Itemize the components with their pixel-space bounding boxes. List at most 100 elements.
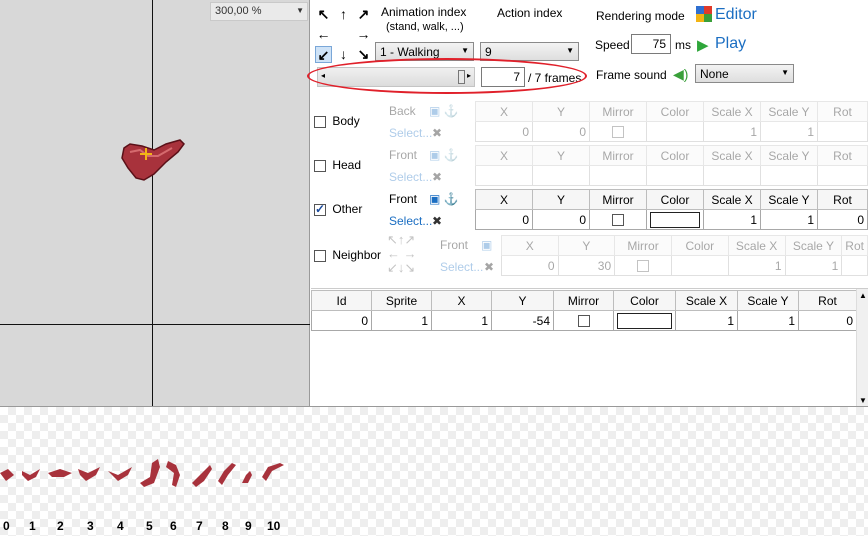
col-color: Color [613, 290, 676, 311]
other-select-link[interactable]: Select... [389, 214, 432, 228]
row-sprite[interactable]: 1 [371, 310, 432, 331]
col-scale-x: Scale X [703, 101, 761, 122]
col-color: Color [670, 235, 729, 256]
frame-number: 2 [57, 519, 64, 533]
row-y[interactable]: -54 [491, 310, 554, 331]
table-row[interactable]: 0 1 1 -54 1 1 0 [311, 310, 857, 331]
col-scale-x: Scale X [675, 290, 738, 311]
play-link[interactable]: Play [715, 35, 746, 53]
other-checkbox-group[interactable]: Other [314, 202, 362, 216]
col-y: Y [532, 189, 590, 210]
speaker-icon[interactable]: ◀) [673, 66, 688, 83]
head-checkbox[interactable] [314, 159, 326, 172]
col-rot: Rot [817, 189, 868, 210]
neighbor-checkbox-group[interactable]: Neighbor [314, 248, 381, 262]
head-scale-x [703, 165, 761, 186]
neighbor-transform-table: X Y Mirror Color Scale X Scale Y Rot 0 3… [501, 235, 868, 276]
row-mirror[interactable] [553, 310, 614, 331]
frame-number: 0 [3, 519, 10, 533]
grid-scrollbar[interactable]: ▲ ▼ [856, 289, 868, 407]
highlight-ellipse [307, 58, 587, 94]
other-scale-x[interactable]: 1 [703, 209, 761, 230]
editor-link[interactable]: Editor [715, 6, 757, 24]
zoom-value: 300,00 % [215, 5, 262, 17]
arrow-down-left-icon[interactable]: ↙ [315, 46, 332, 63]
other-mirror[interactable] [589, 209, 647, 230]
col-color: Color [646, 189, 704, 210]
other-x[interactable]: 0 [475, 209, 533, 230]
arrow-left-icon[interactable]: ← [315, 26, 332, 43]
neighbor-y: 30 [557, 255, 616, 276]
other-checkbox[interactable] [314, 202, 326, 216]
col-mirror: Mirror [589, 145, 647, 166]
head-rot [817, 165, 868, 186]
direction-pad: ↖ ↑ ↗ ← → ↙ ↓ ↘ [315, 6, 375, 66]
row-rot[interactable]: 0 [798, 310, 857, 331]
other-clear-icon[interactable]: ✖ [432, 214, 442, 228]
row-x[interactable]: 1 [431, 310, 492, 331]
frame-number: 7 [196, 519, 203, 533]
arrow-up-icon[interactable]: ↑ [335, 6, 352, 23]
chevron-down-icon: ▼ [566, 46, 574, 55]
other-rot[interactable]: 0 [817, 209, 868, 230]
col-x: X [475, 101, 533, 122]
col-scale-y: Scale Y [737, 290, 799, 311]
col-rot: Rot [817, 101, 868, 122]
col-scale-y: Scale Y [760, 189, 818, 210]
head-select-link[interactable]: Select... [389, 170, 432, 184]
sprite-table: Id Sprite X Y Mirror Color Scale X Scale… [311, 290, 857, 331]
other-color[interactable] [646, 209, 704, 230]
head-x [475, 165, 533, 186]
head-label: Head [332, 158, 362, 172]
arrow-up-right-icon[interactable]: ↗ [355, 6, 372, 23]
row-id[interactable]: 0 [311, 310, 372, 331]
editor-icon [696, 6, 712, 22]
frame-sound-value: None [700, 67, 729, 81]
head-side: Front [389, 148, 418, 162]
col-x: X [475, 145, 533, 166]
row-scale-x[interactable]: 1 [675, 310, 738, 331]
col-color: Color [646, 145, 704, 166]
neighbor-direction-icon: ↖↑↗ ← → ↙↓↘ [387, 232, 417, 275]
row-color[interactable] [613, 310, 676, 331]
speed-input[interactable]: 75 [631, 34, 671, 54]
other-y[interactable]: 0 [532, 209, 590, 230]
play-icon[interactable]: ▶ [697, 36, 709, 54]
col-y: Y [491, 290, 554, 311]
sprite-strip[interactable]: 0 1 2 3 4 5 6 7 8 9 10 [0, 406, 868, 536]
action-index-value: 9 [485, 45, 492, 59]
head-checkbox-group[interactable]: Head [314, 158, 361, 172]
zoom-select[interactable]: 300,00 % ▼ [210, 2, 308, 21]
arrow-down-icon[interactable]: ↓ [335, 46, 352, 63]
rendering-mode-label: Rendering mode [596, 9, 685, 23]
frame-sound-label: Frame sound [596, 68, 667, 82]
col-color: Color [646, 101, 704, 122]
col-y: Y [557, 235, 616, 256]
other-picker-icon[interactable]: ▣ ⚓ [429, 192, 459, 206]
body-x: 0 [475, 121, 533, 142]
sprite-canvas[interactable]: 300,00 % ▼ [0, 0, 310, 406]
neighbor-clear-icon: ✖ [484, 260, 495, 274]
vertical-guide-line [152, 0, 153, 406]
col-rot: Rot [817, 145, 868, 166]
col-scale-x: Scale X [703, 189, 761, 210]
other-scale-y[interactable]: 1 [760, 209, 818, 230]
arrow-up-left-icon[interactable]: ↖ [315, 6, 332, 23]
row-scale-y[interactable]: 1 [737, 310, 799, 331]
col-mirror: Mirror [614, 235, 672, 256]
frame-number: 10 [267, 519, 281, 533]
neighbor-picker-icon: ▣ [481, 238, 493, 252]
neighbor-rot [841, 255, 868, 276]
frame-sound-select[interactable]: None ▼ [695, 64, 794, 83]
other-label: Other [332, 202, 363, 216]
body-checkbox-group[interactable]: Body [314, 114, 360, 128]
neighbor-checkbox[interactable] [314, 249, 326, 262]
arrow-right-icon[interactable]: → [355, 26, 372, 43]
col-scale-y: Scale Y [760, 145, 818, 166]
head-layer-controls: Front Select... [389, 148, 432, 184]
body-checkbox[interactable] [314, 115, 326, 128]
neighbor-select-link[interactable]: Select... [440, 260, 483, 274]
col-scale-y: Scale Y [784, 235, 843, 256]
col-x: X [431, 290, 492, 311]
body-select-link[interactable]: Select... [389, 126, 432, 140]
